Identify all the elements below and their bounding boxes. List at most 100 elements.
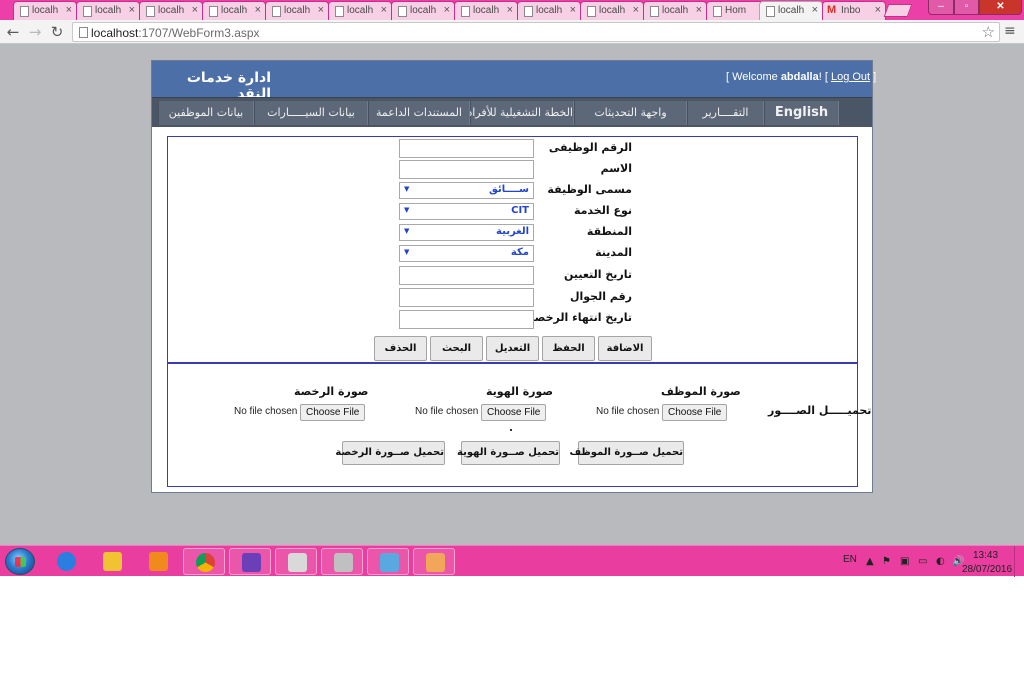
browser-tab[interactable]: localh × [517, 1, 581, 20]
name-field[interactable] [399, 160, 534, 179]
action-center-icon[interactable]: ⚑ [882, 556, 891, 567]
taskbar-app-button[interactable] [275, 548, 317, 575]
employee-number-field[interactable] [399, 139, 534, 158]
username: abdalla [780, 71, 819, 83]
close-tab-icon[interactable]: × [570, 4, 576, 16]
job-title-select[interactable]: ســــائق ▼ [399, 182, 534, 199]
taskbar-app-button[interactable] [183, 548, 225, 575]
maximize-button[interactable]: ▫ [954, 0, 979, 15]
upload-employee-photo-button[interactable]: تحميل صــورة الموظف [569, 441, 684, 465]
close-tab-icon[interactable]: × [444, 4, 450, 16]
page-header: [ Welcome abdalla! [ Log Out ] ادارة خدم… [152, 61, 876, 102]
start-button[interactable] [5, 548, 35, 575]
hire-date-label: تاريخ التعيين [564, 268, 632, 281]
page-icon [398, 6, 407, 17]
taskbar-app-button[interactable] [229, 548, 271, 575]
close-tab-icon[interactable]: × [318, 4, 324, 16]
upload-license-photo-button[interactable]: تحميل صــورة الرخصة [335, 441, 445, 465]
close-tab-icon[interactable]: × [381, 4, 387, 16]
delete-button[interactable]: الحذف [374, 336, 427, 361]
welcome-close: ] [870, 71, 877, 83]
taskbar-app-button[interactable] [367, 548, 409, 575]
logout-link[interactable]: Log Out [831, 71, 870, 83]
employee-photo-label: صورة الموظف [661, 385, 741, 398]
id-photo-choose-button[interactable]: Choose File [481, 404, 547, 421]
minimize-button[interactable]: – [928, 0, 954, 15]
close-tab-icon[interactable]: × [192, 4, 198, 16]
language-indicator[interactable]: EN [843, 554, 857, 565]
browser-tab[interactable]: localh × [454, 1, 518, 20]
bookmark-star-icon[interactable]: ☆ [982, 23, 995, 41]
clock-date[interactable]: 28/07/2016 [962, 564, 1012, 575]
browser-tab[interactable]: localh × [580, 1, 644, 20]
device-icon[interactable]: ▣ [900, 556, 909, 567]
city-select[interactable]: مكة ▼ [399, 245, 534, 262]
close-tab-icon[interactable]: × [129, 4, 135, 16]
back-button[interactable]: ← [4, 23, 22, 41]
clock-time[interactable]: 13:43 [973, 550, 998, 561]
add-button[interactable]: الاضافة [598, 336, 652, 361]
close-tab-icon[interactable]: × [812, 4, 818, 16]
show-desktop-button[interactable] [1014, 546, 1024, 577]
taskbar-app-button[interactable] [137, 548, 179, 575]
service-type-select[interactable]: CIT ▼ [399, 203, 534, 220]
close-tab-icon[interactable]: × [633, 4, 639, 16]
reload-button[interactable]: ↻ [48, 23, 66, 41]
show-hidden-icons-icon[interactable]: ▲ [866, 556, 874, 567]
close-window-button[interactable]: ✕ [979, 0, 1022, 15]
browser-menu-icon[interactable]: ≡ [1004, 23, 1016, 39]
browser-tab[interactable]: localh × [391, 1, 455, 20]
paint-icon [426, 553, 445, 572]
close-tab-icon[interactable]: × [696, 4, 702, 16]
license-expiry-label: تاريخ انتهاء الرخصة [528, 311, 632, 324]
close-tab-icon[interactable]: × [255, 4, 261, 16]
page-icon [335, 6, 344, 17]
url-host: localhost [91, 26, 139, 40]
taskbar-app-button[interactable] [413, 548, 455, 575]
file-explorer-icon [103, 552, 122, 571]
browser-tab[interactable]: localh × [76, 1, 140, 20]
employee-photo-choose-button[interactable]: Choose File [662, 404, 728, 421]
page-icon [209, 6, 218, 17]
edit-button[interactable]: التعديل [486, 336, 539, 361]
close-tab-icon[interactable]: × [875, 4, 881, 16]
close-tab-icon[interactable]: × [66, 4, 72, 16]
address-bar[interactable]: localhost:1707/WebForm3.aspx ☆ [72, 22, 1000, 42]
menu-item-reports[interactable]: التقــــارير [687, 101, 764, 125]
chevron-down-icon: ▼ [404, 227, 410, 235]
forward-button[interactable]: → [26, 23, 44, 41]
menu-item-english[interactable]: English [764, 101, 839, 125]
menu-item-supporting-documents[interactable]: المستندات الداعمة [368, 101, 470, 125]
browser-tab[interactable]: localh × [265, 1, 329, 20]
save-button[interactable]: الحفظ [542, 336, 595, 361]
upload-id-photo-button[interactable]: تحميل صــورة الهوية [457, 441, 560, 465]
menu-item-updates-interface[interactable]: واجهة التحديثات [574, 101, 687, 125]
mobile-field[interactable] [399, 288, 534, 307]
hire-date-field[interactable] [399, 266, 534, 285]
battery-icon[interactable]: ▭ [918, 556, 927, 567]
browser-tab[interactable]: localh × [643, 1, 707, 20]
tab-title: Inbo [841, 5, 861, 16]
browser-tab[interactable]: localh × [139, 1, 203, 20]
browser-tab-active[interactable]: localh × [759, 1, 823, 21]
taskbar-app-button[interactable] [91, 548, 133, 575]
menu-item-employees-data[interactable]: بيانات الموظفين [158, 101, 254, 125]
new-tab-button[interactable] [883, 4, 913, 17]
search-button[interactable]: البحث [430, 336, 483, 361]
taskbar-app-button[interactable] [321, 548, 363, 575]
browser-tab[interactable]: localh × [202, 1, 266, 20]
welcome-suffix: ! [ [818, 71, 831, 83]
license-expiry-field[interactable] [399, 310, 534, 329]
taskbar-app-button[interactable] [45, 548, 87, 575]
tab-title: localh [536, 5, 563, 16]
browser-tab[interactable]: M Inbo × [822, 1, 886, 20]
menu-item-vehicles-data[interactable]: بيانات السيـــــارات [254, 101, 368, 125]
browser-tab[interactable]: localh × [13, 1, 77, 20]
network-icon[interactable]: ◐ [936, 556, 945, 567]
menu-item-operational-plan[interactable]: الخطة التشغيلية للأفراد [467, 101, 574, 125]
license-photo-choose-button[interactable]: Choose File [300, 404, 366, 421]
url-text[interactable]: localhost:1707/WebForm3.aspx [91, 26, 260, 40]
close-tab-icon[interactable]: × [507, 4, 513, 16]
browser-tab[interactable]: localh × [328, 1, 392, 20]
region-select[interactable]: الغربية ▼ [399, 224, 534, 241]
